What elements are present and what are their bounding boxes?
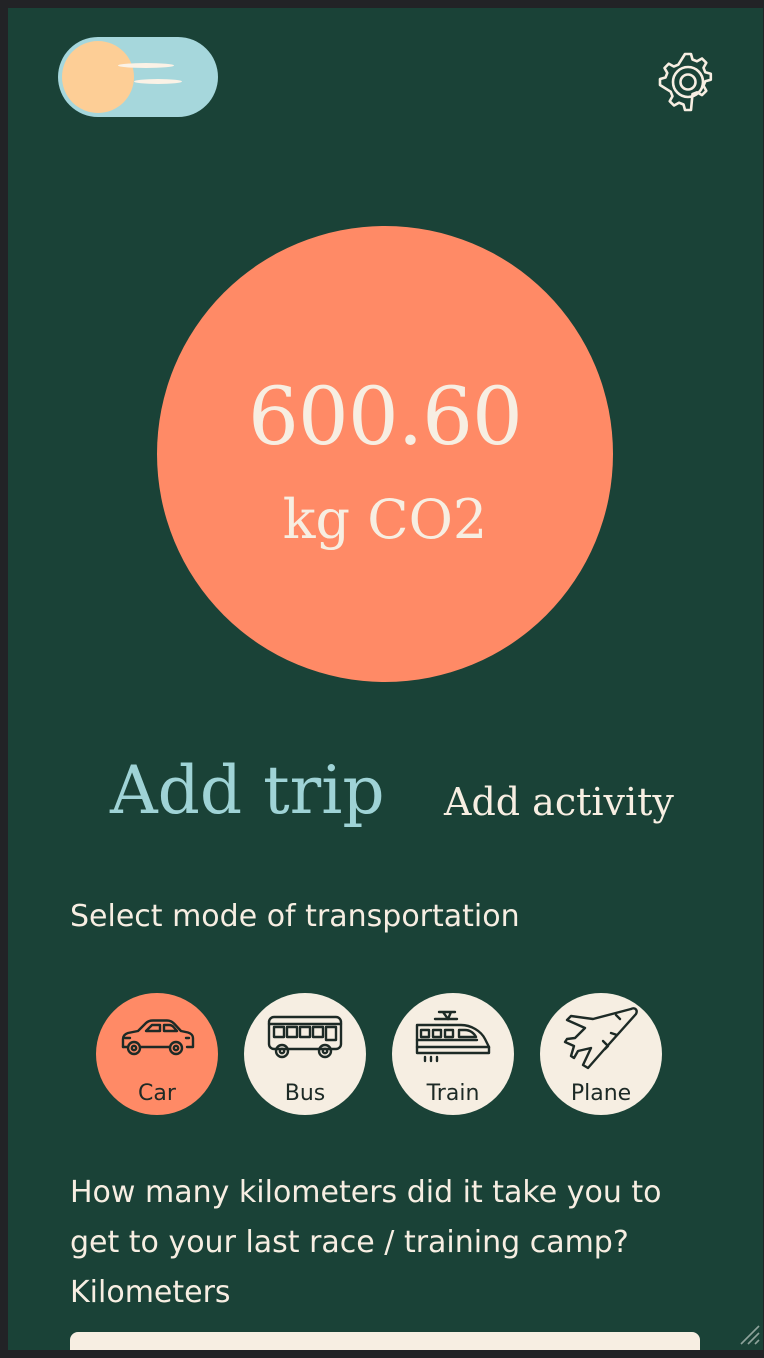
co2-total-value: 600.60 [248, 370, 523, 463]
plane-icon [563, 1007, 638, 1070]
mode-train-button[interactable]: Train [392, 993, 514, 1115]
train-icon [415, 1010, 491, 1063]
resize-grip-icon[interactable] [735, 1320, 761, 1346]
app-screen: 600.60 kg CO2 Add trip Add activity Sele… [8, 8, 763, 1350]
mode-train-label: Train [426, 1081, 480, 1106]
car-icon [121, 1019, 195, 1056]
tab-add-activity[interactable]: Add activity [444, 780, 674, 824]
settings-gear-icon[interactable] [656, 50, 720, 114]
mode-car-label: Car [138, 1081, 176, 1106]
mode-bus-button[interactable]: Bus [244, 993, 366, 1115]
mode-car-button[interactable]: Car [96, 993, 218, 1115]
distance-question-text: How many kilometers did it take you to g… [70, 1175, 662, 1260]
distance-question: How many kilometers did it take you to g… [70, 1168, 710, 1318]
theme-toggle[interactable] [58, 37, 218, 117]
sun-knob-icon [62, 41, 134, 113]
co2-total-circle: 600.60 kg CO2 [157, 226, 613, 682]
cloud-streak-icon [134, 79, 182, 84]
mode-bus-label: Bus [284, 1081, 326, 1106]
kilometers-input[interactable] [70, 1332, 700, 1350]
transport-prompt: Select mode of transportation [70, 899, 520, 934]
kilometers-label: Kilometers [70, 1275, 231, 1310]
tab-add-trip[interactable]: Add trip [110, 752, 385, 829]
bus-icon [267, 1015, 343, 1059]
co2-total-unit: kg CO2 [282, 488, 488, 551]
cloud-streak-icon [118, 63, 174, 68]
mode-plane-label: Plane [570, 1081, 632, 1106]
mode-plane-button[interactable]: Plane [540, 993, 662, 1115]
